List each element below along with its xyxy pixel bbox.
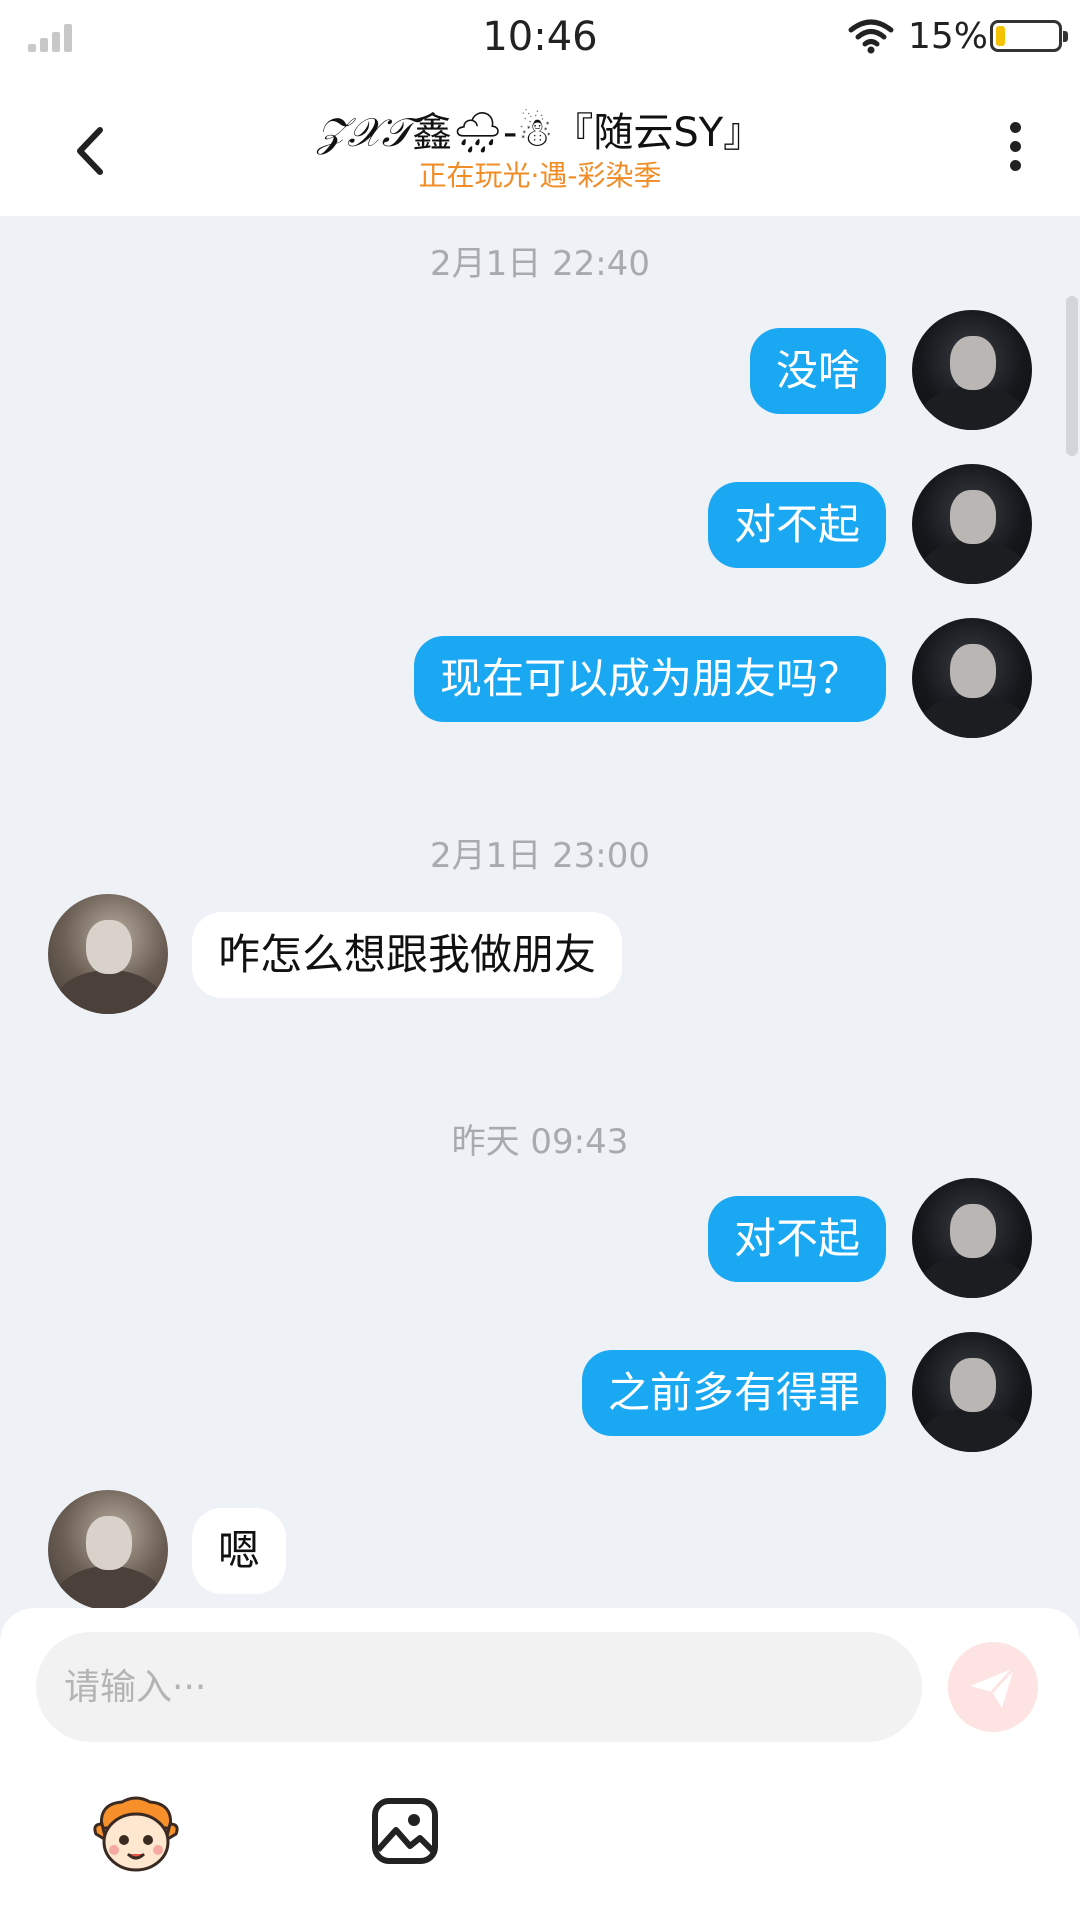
battery-icon (990, 20, 1068, 52)
chevron-left-icon[interactable] (64, 116, 124, 186)
message-bubble[interactable]: 没啥 (750, 328, 887, 414)
battery-level (996, 26, 1005, 46)
image-icon[interactable] (370, 1796, 440, 1866)
my-avatar[interactable] (912, 1178, 1032, 1298)
timestamp: 昨天 09:43 (451, 1122, 629, 1162)
my-avatar[interactable] (912, 464, 1032, 584)
input-panel (0, 1608, 1080, 1920)
message-bubble[interactable]: 之前多有得罪 (582, 1350, 887, 1436)
chat-subtitle-status: 正在玩光·遇-彩染季 (418, 159, 662, 192)
chat-title-name: 鑫🌧-☃『随云SY』 (412, 110, 764, 156)
received-message: 咋怎么想跟我做朋友 (0, 894, 1080, 1014)
sent-message: 没啥 (0, 310, 1080, 430)
more-vertical-icon[interactable] (1000, 114, 1030, 184)
sent-message: 之前多有得罪 (0, 1332, 1080, 1452)
my-avatar[interactable] (912, 618, 1032, 738)
contact-avatar[interactable] (48, 1490, 168, 1608)
timestamp: 2月1日 23:00 (429, 836, 651, 876)
message-list[interactable]: 2月1日 22:40 没啥 对不起 现在可以成为朋友吗？ 2月1日 23:00 咋怎么想跟… (0, 216, 1080, 1608)
message-bubble[interactable]: 对不起 (708, 482, 887, 568)
received-message: 嗯 (0, 1490, 1080, 1608)
mascot-emoji-icon[interactable] (92, 1794, 180, 1874)
my-avatar[interactable] (912, 1332, 1032, 1452)
chat-title-decoration: 𝒵𝒳𝒯 (316, 110, 413, 156)
message-input[interactable] (36, 1632, 922, 1742)
timestamp: 2月1日 22:40 (429, 244, 651, 284)
chat-title: 𝒵𝒳𝒯鑫🌧-☃『随云SY』 (160, 100, 920, 158)
message-bubble[interactable]: 嗯 (192, 1508, 287, 1594)
status-bar: 10:46 15% (0, 0, 1080, 78)
contact-avatar[interactable] (48, 894, 168, 1014)
chat-header: 𝒵𝒳𝒯鑫🌧-☃『随云SY』 正在玩光·遇-彩染季 (0, 78, 1080, 216)
sent-message: 对不起 (0, 464, 1080, 584)
send-icon[interactable] (948, 1642, 1038, 1732)
message-bubble[interactable]: 咋怎么想跟我做朋友 (192, 912, 623, 998)
message-bubble[interactable]: 对不起 (708, 1196, 887, 1282)
sent-message: 现在可以成为朋友吗？ (0, 618, 1080, 738)
sent-message: 对不起 (0, 1178, 1080, 1298)
wifi-icon (848, 19, 894, 54)
my-avatar[interactable] (912, 310, 1032, 430)
battery-percent: 15% (908, 16, 989, 57)
message-bubble[interactable]: 现在可以成为朋友吗？ (414, 636, 887, 722)
